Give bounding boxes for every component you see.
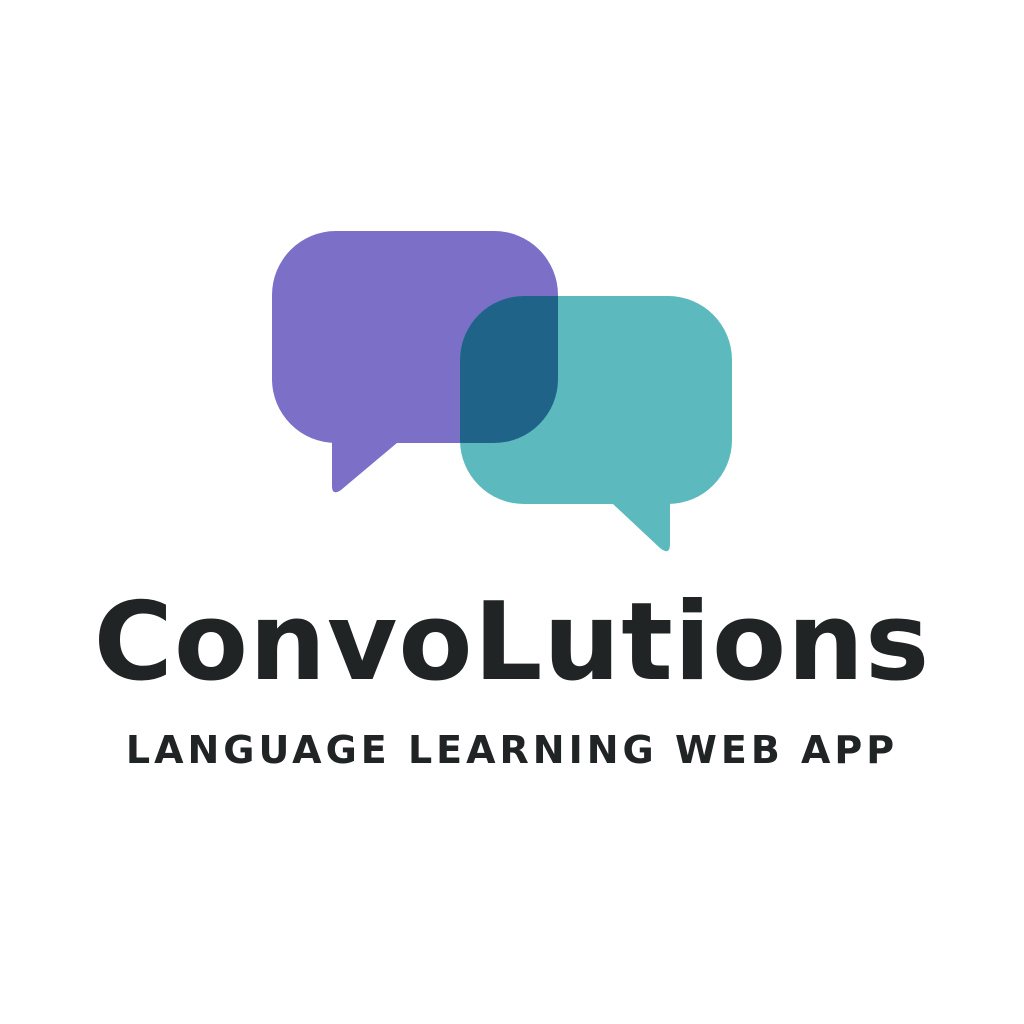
speech-bubbles-icon	[272, 231, 732, 552]
brand-tagline: LANGUAGE LEARNING WEB APP	[125, 728, 899, 772]
logo-canvas: ConvoLutions LANGUAGE LEARNING WEB APP	[0, 0, 1024, 1024]
brand-name: ConvoLutions	[93, 580, 931, 705]
